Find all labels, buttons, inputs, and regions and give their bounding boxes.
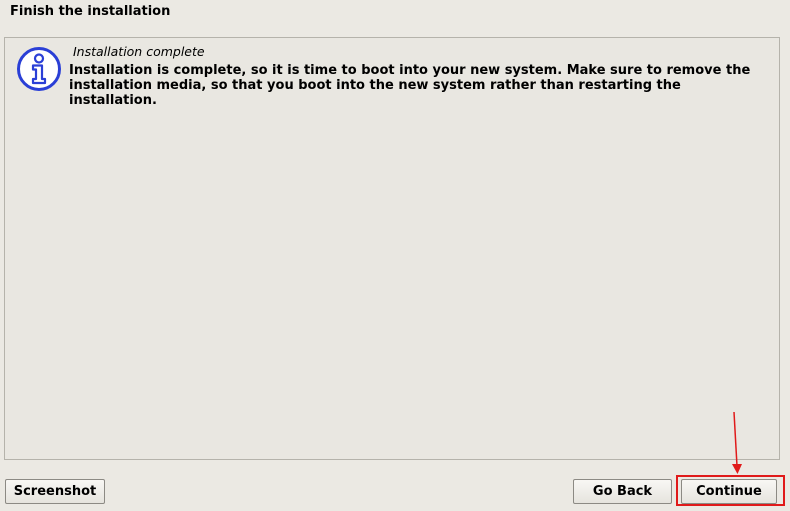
continue-button[interactable]: Continue — [681, 479, 777, 504]
page-title: Finish the installation — [10, 4, 171, 19]
message-heading: Installation complete — [73, 44, 205, 59]
installer-window: Finish the installation Installation com… — [0, 0, 790, 511]
screenshot-button[interactable]: Screenshot — [5, 479, 105, 504]
message-panel: Installation complete Installation is co… — [4, 37, 780, 460]
info-icon — [17, 47, 61, 91]
message-body: Installation is complete, so it is time … — [69, 63, 751, 108]
go-back-button[interactable]: Go Back — [573, 479, 672, 504]
